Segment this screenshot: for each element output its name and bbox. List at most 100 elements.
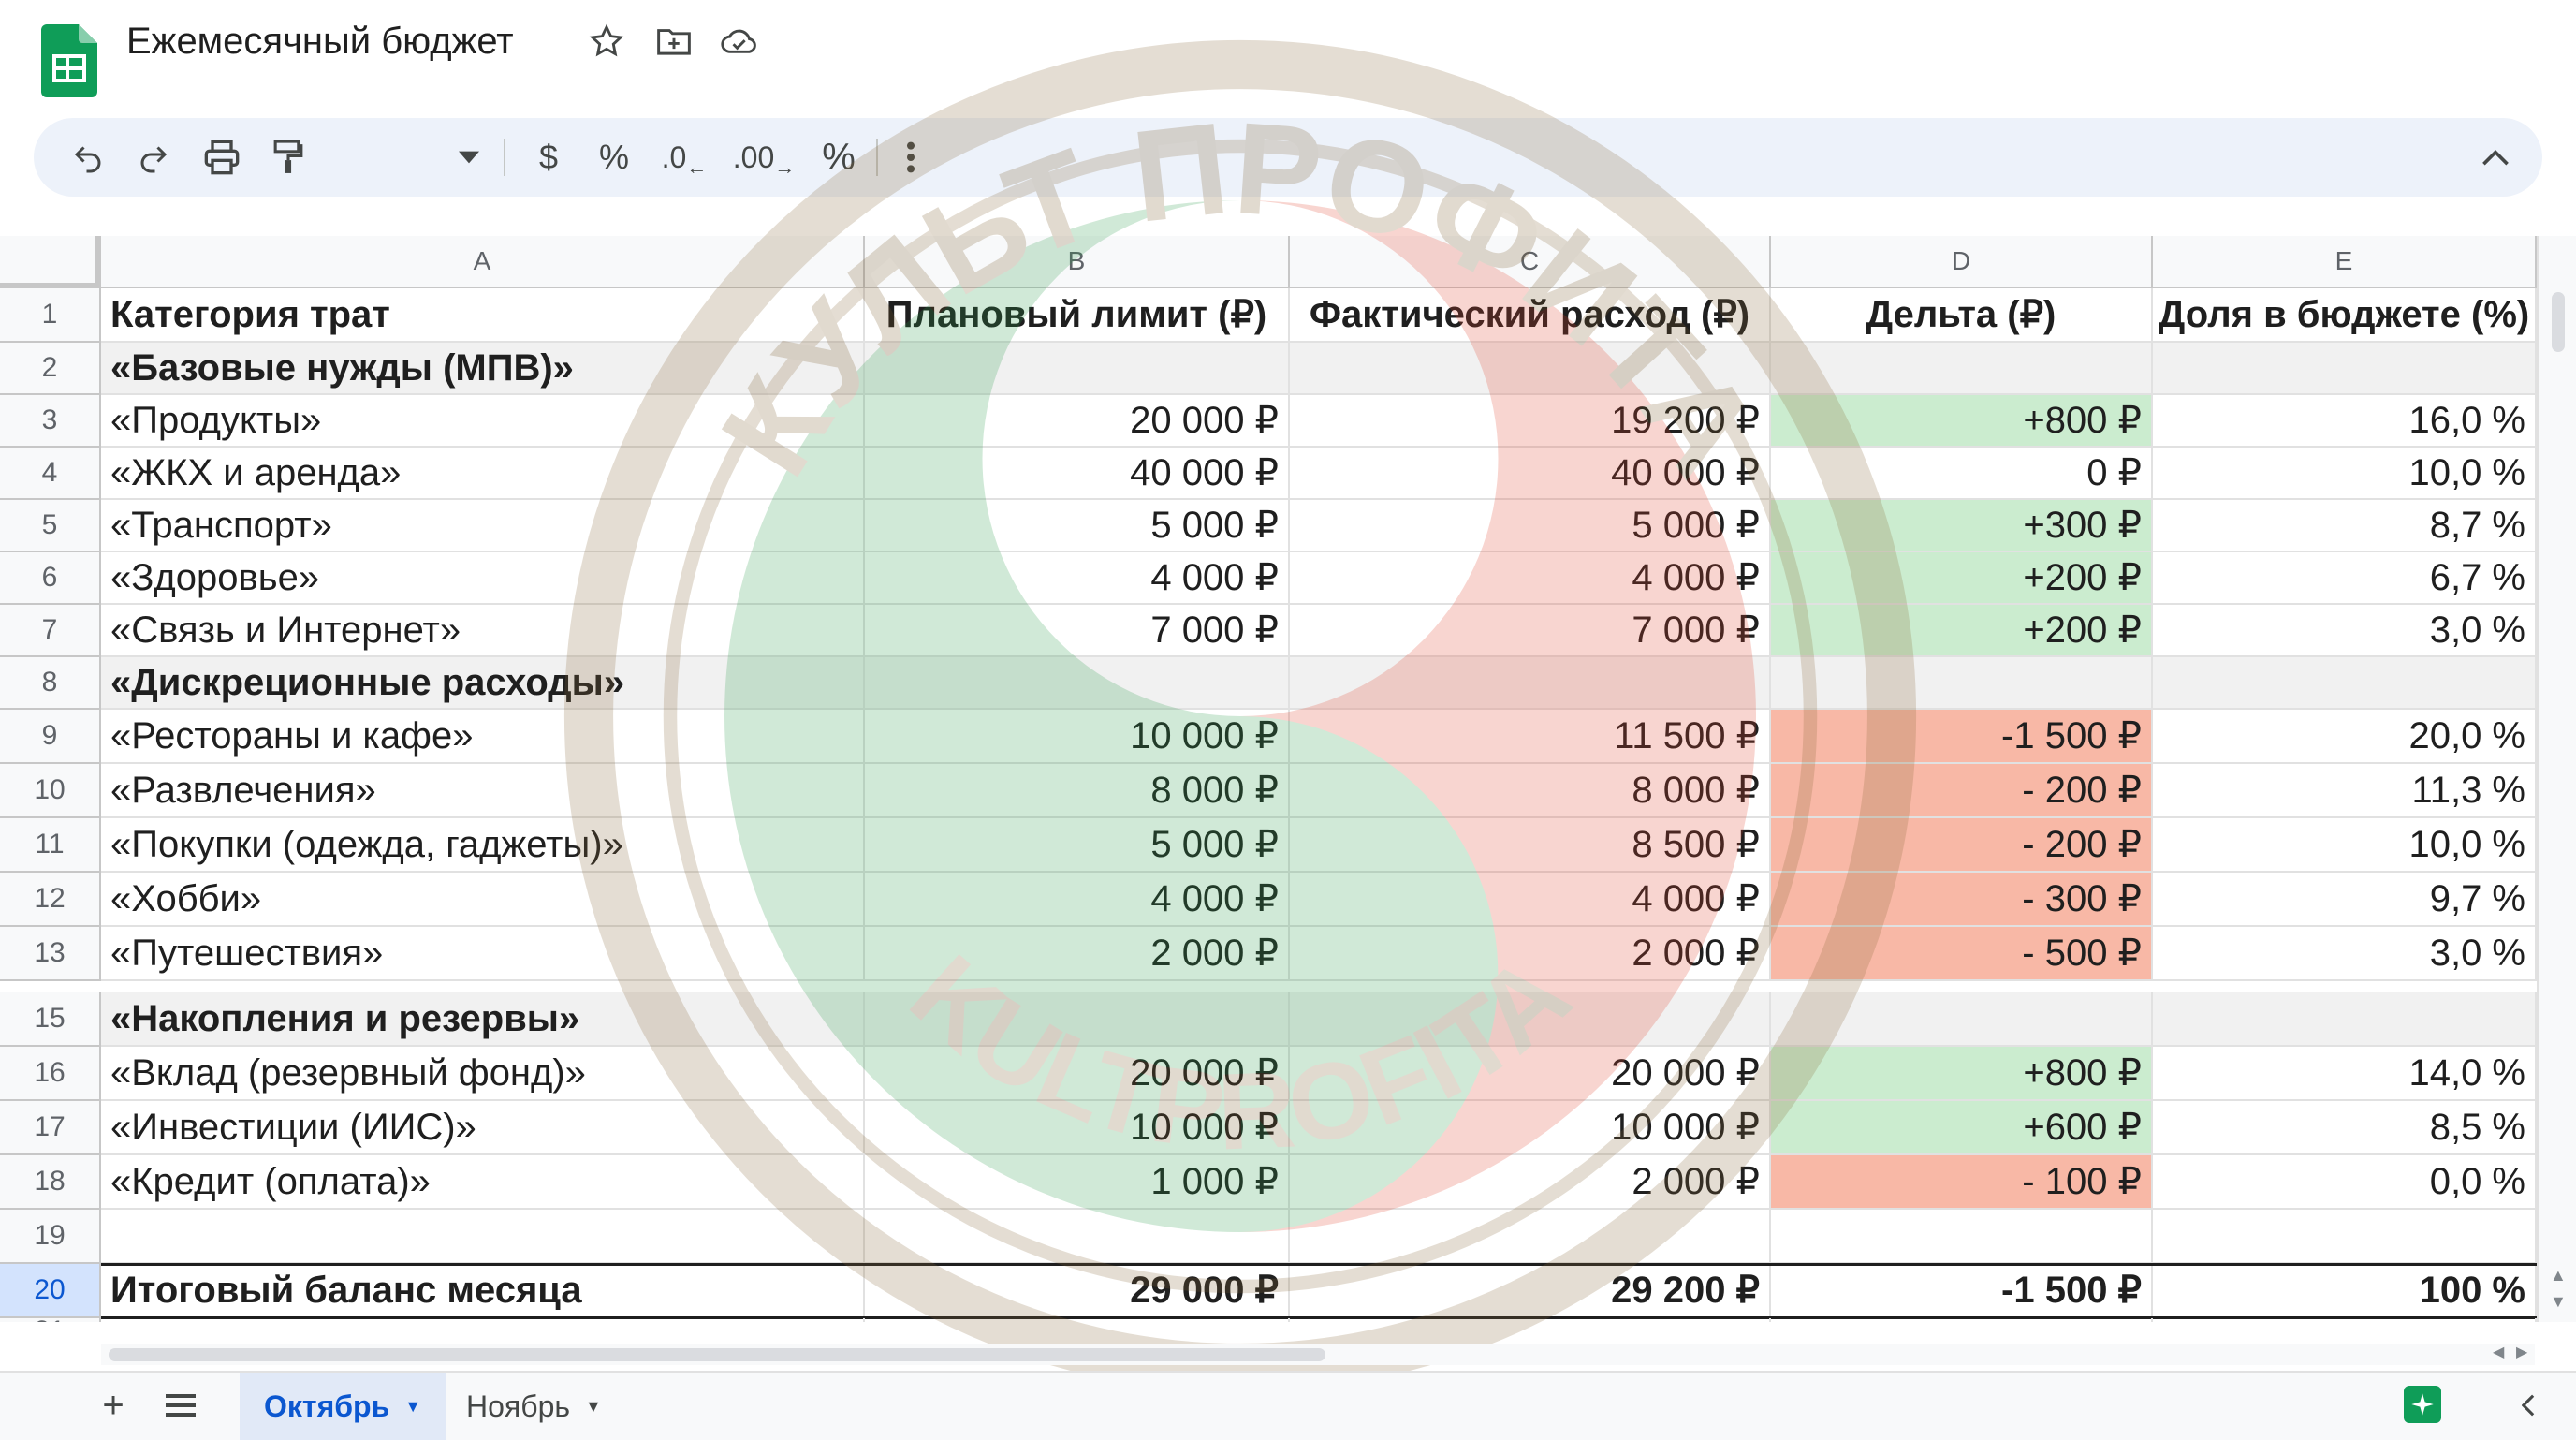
vertical-scrollbar[interactable]: ▲ ▼ bbox=[2537, 236, 2576, 1322]
cell-actual[interactable]: 7 000 ₽ bbox=[1290, 605, 1771, 657]
scroll-down-icon[interactable]: ▼ bbox=[2550, 1292, 2567, 1312]
collapse-toolbar-icon[interactable] bbox=[2467, 129, 2524, 185]
row-header[interactable]: 11 bbox=[0, 818, 101, 873]
cell-share[interactable] bbox=[2153, 1210, 2537, 1264]
sheets-logo-icon[interactable] bbox=[41, 24, 97, 97]
sheet-tab-october[interactable]: Октябрь ▼ bbox=[240, 1373, 446, 1440]
row-header[interactable]: 2 bbox=[0, 343, 101, 395]
cell-delta[interactable] bbox=[1771, 992, 2153, 1047]
print-icon[interactable] bbox=[193, 129, 251, 185]
cell-share[interactable]: 3,0 % bbox=[2153, 927, 2537, 981]
cell-actual[interactable]: 10 000 ₽ bbox=[1290, 1101, 1771, 1155]
cell-actual[interactable] bbox=[1290, 992, 1771, 1047]
cell-share[interactable]: 16,0 % bbox=[2153, 395, 2537, 448]
cell-delta[interactable]: 0 ₽ bbox=[1771, 448, 2153, 500]
document-title[interactable]: Ежемесячный бюджет bbox=[126, 13, 514, 69]
cell-delta[interactable]: +200 ₽ bbox=[1771, 605, 2153, 657]
cell-delta[interactable]: +800 ₽ bbox=[1771, 395, 2153, 448]
cell-actual[interactable]: 40 000 ₽ bbox=[1290, 448, 1771, 500]
cell-category[interactable]: «Путешествия» bbox=[101, 927, 865, 981]
cell-category[interactable]: Итоговый баланс месяца bbox=[101, 1264, 865, 1318]
cell-actual[interactable] bbox=[1290, 343, 1771, 395]
cell-delta[interactable] bbox=[1771, 343, 2153, 395]
cell-share[interactable]: 11,3 % bbox=[2153, 764, 2537, 818]
add-sheet-icon[interactable]: + bbox=[90, 1382, 137, 1429]
row-header[interactable]: 21 bbox=[0, 1315, 101, 1322]
cell-actual[interactable]: 8 500 ₽ bbox=[1290, 818, 1771, 873]
row-header[interactable]: 5 bbox=[0, 500, 101, 552]
cell-category[interactable]: «Здоровье» bbox=[101, 552, 865, 605]
cell-actual[interactable]: 2 000 ₽ bbox=[1290, 1155, 1771, 1210]
cell-actual[interactable]: 4 000 ₽ bbox=[1290, 552, 1771, 605]
cell-actual[interactable]: 29 200 ₽ bbox=[1290, 1264, 1771, 1318]
star-icon[interactable] bbox=[584, 19, 629, 64]
cell-delta[interactable]: - 500 ₽ bbox=[1771, 927, 2153, 981]
row-header[interactable]: 1 bbox=[0, 288, 101, 343]
cell-share[interactable] bbox=[2153, 992, 2537, 1047]
row-header[interactable]: 16 bbox=[0, 1047, 101, 1101]
row-header[interactable]: 7 bbox=[0, 605, 101, 657]
cell-category[interactable]: «Транспорт» bbox=[101, 500, 865, 552]
cell-delta[interactable]: +200 ₽ bbox=[1771, 552, 2153, 605]
cell-category[interactable] bbox=[101, 1318, 865, 1322]
cell-plan[interactable]: 1 000 ₽ bbox=[865, 1155, 1290, 1210]
cell-share[interactable]: 3,0 % bbox=[2153, 605, 2537, 657]
cell-plan[interactable]: 40 000 ₽ bbox=[865, 448, 1290, 500]
cell-category[interactable]: «Продукты» bbox=[101, 395, 865, 448]
cell-category[interactable]: «Инвестиции (ИИС)» bbox=[101, 1101, 865, 1155]
cell-delta[interactable]: Дельта (₽) bbox=[1771, 288, 2153, 343]
row-header[interactable]: 13 bbox=[0, 927, 101, 981]
more-formats-button[interactable]: % bbox=[811, 129, 867, 185]
vertical-scroll-thumb[interactable] bbox=[2552, 292, 2565, 352]
cell-share[interactable]: Доля в бюджете (%) bbox=[2153, 288, 2537, 343]
cell-plan[interactable]: 2 000 ₽ bbox=[865, 927, 1290, 981]
cell-delta[interactable] bbox=[1771, 1210, 2153, 1264]
row-header[interactable]: 10 bbox=[0, 764, 101, 818]
sheet-menu-arrow-icon[interactable]: ▼ bbox=[404, 1397, 421, 1417]
cloud-saved-icon[interactable] bbox=[717, 19, 762, 64]
cell-delta[interactable] bbox=[1771, 657, 2153, 710]
cell-share[interactable]: 100 % bbox=[2153, 1264, 2537, 1318]
cell-plan[interactable]: 20 000 ₽ bbox=[865, 1047, 1290, 1101]
cell-plan[interactable]: 20 000 ₽ bbox=[865, 395, 1290, 448]
cell-actual[interactable]: 19 200 ₽ bbox=[1290, 395, 1771, 448]
scroll-left-icon[interactable]: ◀ bbox=[2493, 1343, 2504, 1361]
cell-actual[interactable]: Фактический расход (₽) bbox=[1290, 288, 1771, 343]
cell-actual[interactable] bbox=[1290, 1318, 1771, 1322]
cell-category[interactable]: «Кредит (оплата)» bbox=[101, 1155, 865, 1210]
cell-actual[interactable]: 20 000 ₽ bbox=[1290, 1047, 1771, 1101]
cell-actual[interactable]: 2 000 ₽ bbox=[1290, 927, 1771, 981]
cell-category[interactable]: «Рестораны и кафе» bbox=[101, 710, 865, 764]
redo-icon[interactable] bbox=[125, 129, 182, 185]
cell-plan[interactable] bbox=[865, 1210, 1290, 1264]
cell-share[interactable] bbox=[2153, 657, 2537, 710]
explore-icon[interactable] bbox=[2404, 1386, 2441, 1423]
sheet-tab-november[interactable]: Ноябрь ▼ bbox=[442, 1373, 626, 1440]
cell-share[interactable]: 10,0 % bbox=[2153, 448, 2537, 500]
cell-share[interactable] bbox=[2153, 343, 2537, 395]
cell-plan[interactable]: 7 000 ₽ bbox=[865, 605, 1290, 657]
row-header[interactable]: 9 bbox=[0, 710, 101, 764]
cell-category[interactable]: «Покупки (одежда, гаджеты)» bbox=[101, 818, 865, 873]
sheet-menu-arrow-icon[interactable]: ▼ bbox=[585, 1397, 602, 1417]
cell-category[interactable]: «Вклад (резервный фонд)» bbox=[101, 1047, 865, 1101]
cell-delta[interactable]: - 100 ₽ bbox=[1771, 1155, 2153, 1210]
paint-format-icon[interactable] bbox=[260, 129, 316, 185]
column-header-b[interactable]: B bbox=[865, 236, 1290, 288]
cell-plan[interactable]: 4 000 ₽ bbox=[865, 873, 1290, 927]
cell-delta[interactable]: -1 500 ₽ bbox=[1771, 710, 2153, 764]
cell-share[interactable]: 0,0 % bbox=[2153, 1155, 2537, 1210]
cell-share[interactable]: 8,7 % bbox=[2153, 500, 2537, 552]
row-header[interactable]: 19 bbox=[0, 1210, 101, 1264]
all-sheets-icon[interactable] bbox=[157, 1382, 204, 1429]
row-header[interactable]: 8 bbox=[0, 657, 101, 710]
cell-share[interactable]: 10,0 % bbox=[2153, 818, 2537, 873]
more-options-icon[interactable] bbox=[887, 129, 934, 185]
cell-share[interactable]: 9,7 % bbox=[2153, 873, 2537, 927]
cell-plan[interactable]: Плановый лимит (₽) bbox=[865, 288, 1290, 343]
row-header[interactable]: 12 bbox=[0, 873, 101, 927]
cell-delta[interactable]: -1 500 ₽ bbox=[1771, 1264, 2153, 1318]
cell-delta[interactable]: - 200 ₽ bbox=[1771, 764, 2153, 818]
select-all-corner[interactable] bbox=[0, 236, 101, 288]
column-header-a[interactable]: A bbox=[101, 236, 865, 288]
